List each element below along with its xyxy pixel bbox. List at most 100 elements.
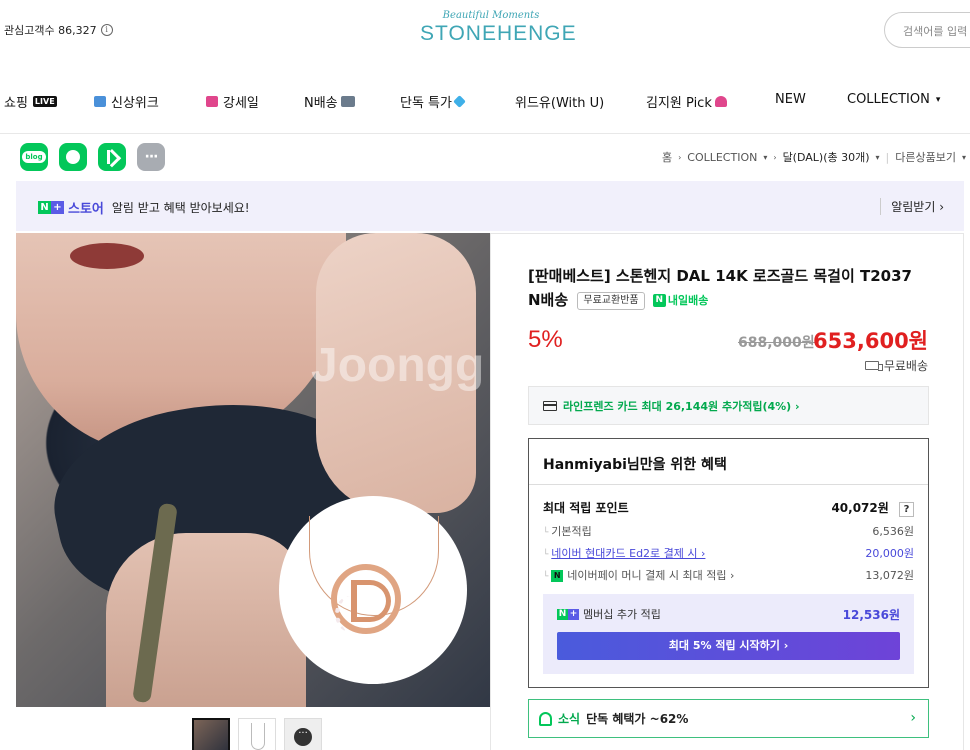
max-points-label: 최대 적립 포인트 — [543, 501, 629, 515]
shipping-info: 무료배송 — [864, 357, 928, 374]
nav-item-exclusive-deal[interactable]: 단독 특가 — [400, 92, 466, 111]
ribbon-icon — [206, 96, 218, 107]
breadcrumb-category[interactable]: COLLECTION — [687, 151, 757, 164]
gems-shape — [335, 596, 365, 632]
k-icon — [106, 150, 119, 164]
thumbnail-strip: ··· — [192, 718, 322, 750]
truck-icon — [864, 361, 883, 371]
breadcrumb-current[interactable]: 달(DAL)(총 30개) — [783, 149, 870, 165]
npay-icon: N — [551, 570, 564, 582]
product-info-panel: [판매베스트] 스톤헨지 DAL 14K 로즈골드 목걸이 T2037 N배송 … — [490, 233, 964, 750]
info-icon[interactable]: i — [100, 24, 113, 36]
cafe-share-button[interactable] — [59, 143, 87, 171]
store-logo[interactable]: Beautiful Moments STONEHENGE — [420, 10, 577, 46]
chevron-down-icon: ▾ — [875, 152, 880, 162]
chevron-right-icon: › — [678, 152, 682, 162]
free-return-tag[interactable]: 무료교환반품 — [577, 291, 645, 310]
news-text: 단독 혜택가 ~62% — [586, 712, 689, 726]
membership-box: N + 멤버십 추가 적립 12,536원 최대 5% 적립 시작하기 › — [543, 594, 914, 674]
personal-benefit-box: Hanmiyabi님만을 위한 혜택 최대 적립 포인트 40,072원 ? 기… — [528, 438, 929, 688]
n-mark: N — [38, 201, 51, 214]
npay-points-wrap: N네이버페이 머니 결제 시 최대 적립 › — [543, 567, 734, 583]
bell-icon — [539, 711, 552, 726]
blog-share-button[interactable]: blog — [20, 143, 48, 171]
membership-label-wrap: N + 멤버십 추가 적립 — [557, 606, 661, 622]
nav-label: NEW — [775, 92, 806, 107]
breadcrumb-home[interactable]: 홈 — [662, 149, 672, 165]
max-points-value-wrap: 40,072원 ? — [831, 499, 914, 517]
category-nav: 쇼핑 LIVE 신상위크 강세일 N배송 단독 특가 위드유(With U) 김… — [0, 62, 970, 134]
n-delivery-icon: N — [652, 294, 666, 307]
nav-item-new-week[interactable]: 신상위크 — [94, 92, 159, 111]
logo-tagline: Beautiful Moments — [442, 10, 540, 21]
heart-icon — [714, 96, 727, 107]
store-alert-banner: N + 스토어 알림 받고 혜택 받아보세요! 알림받기 › — [16, 181, 964, 231]
top-bar: 관심고객수 86,327 i Beautiful Moments STONEHE… — [0, 0, 970, 62]
basic-points-label: 기본적립 — [543, 523, 591, 539]
card-points-value: 20,000원 — [865, 547, 914, 560]
share-buttons: blog ··· — [20, 143, 165, 171]
nav-label: COLLECTION — [847, 92, 930, 107]
delivery-label: 내일배송 — [667, 293, 709, 307]
product-main-image[interactable]: Joongg — [16, 233, 490, 707]
nav-item-n-delivery[interactable]: N배송 — [304, 92, 357, 111]
store-label: 스토어 — [68, 202, 104, 217]
plus-mark: + — [51, 201, 64, 214]
nav-item-collection[interactable]: COLLECTION ▾ — [847, 92, 940, 107]
nav-item-shopping-live[interactable]: 쇼핑 LIVE — [4, 92, 57, 111]
max-points-row: 최대 적립 포인트 40,072원 ? — [543, 499, 914, 517]
card-benefit-text: 라인프렌즈 카드 최대 26,144원 추가적립(4%) › — [563, 399, 800, 413]
chevron-down-icon: ▾ — [961, 152, 966, 162]
start-points-button[interactable]: 최대 5% 적립 시작하기 › — [557, 632, 900, 660]
subscribe-alert-button[interactable]: 알림받기 › — [880, 198, 944, 215]
naver-plus-icon: N + — [38, 201, 64, 214]
nav-label: 김지원 Pick — [646, 96, 712, 111]
truck-icon — [340, 96, 355, 107]
kakao-share-button[interactable] — [98, 143, 126, 171]
banner-text: 알림 받고 혜택 받아보세요! — [111, 201, 250, 215]
npay-points-row: N네이버페이 머니 결제 시 최대 적립 › 13,072원 — [543, 567, 914, 583]
other-products-link[interactable]: 다른상품보기 — [895, 149, 956, 165]
diamond-icon — [453, 95, 466, 108]
nav-label: 신상위크 — [111, 96, 159, 111]
card-points-wrap: 네이버 현대카드 Ed2로 결제 시 › — [543, 545, 705, 561]
help-icon[interactable]: ? — [899, 502, 914, 517]
chevron-right-icon: › — [910, 710, 916, 726]
benefit-title: Hanmiyabi님만을 위한 혜택 — [529, 439, 928, 485]
nav-item-jiwon-pick[interactable]: 김지원 Pick — [646, 92, 729, 111]
max-points-value: 40,072원 — [831, 501, 889, 515]
search-input[interactable]: 검색어를 입력 — [884, 12, 970, 48]
card-benefit-link[interactable]: 라인프렌즈 카드 최대 26,144원 추가적립(4%) › — [528, 386, 929, 425]
logo-name: STONEHENGE — [420, 22, 577, 45]
more-icon: ··· — [294, 728, 312, 746]
nav-item-with-u[interactable]: 위드유(With U) — [515, 92, 604, 111]
cafe-icon — [66, 150, 80, 164]
news-benefit-link[interactable]: 소식 단독 혜택가 ~62% › — [528, 699, 929, 738]
necklace-closeup — [279, 496, 467, 684]
basic-points-value: 6,536원 — [872, 525, 914, 538]
watermark: Joongg — [311, 339, 485, 392]
plus-mark: + — [568, 608, 579, 620]
nav-item-strong-sale[interactable]: 강세일 — [206, 92, 259, 111]
npay-points-link[interactable]: 네이버페이 머니 결제 시 최대 적립 › — [567, 569, 734, 582]
chevron-right-icon: › — [773, 152, 777, 162]
thumbnail-2[interactable] — [238, 718, 276, 750]
thumbnail-more[interactable]: ··· — [284, 718, 322, 750]
blog-icon: blog — [22, 151, 46, 163]
nav-item-new[interactable]: NEW — [775, 92, 806, 107]
tomorrow-delivery-tag: N 내일배송 — [652, 289, 709, 313]
nav-label: 강세일 — [223, 96, 259, 111]
sale-price: 653,600원 — [813, 329, 928, 353]
credit-card-icon — [543, 400, 557, 411]
banner-message: N + 스토어 알림 받고 혜택 받아보세요! — [38, 198, 250, 217]
breadcrumb: 홈 › COLLECTION ▾ › 달(DAL)(총 30개) ▾ | 다른상… — [662, 149, 966, 165]
original-price: 688,000원 — [738, 335, 815, 351]
membership-label: 멤버십 추가 적립 — [583, 608, 661, 621]
nav-label: 쇼핑 — [4, 96, 28, 111]
more-share-button[interactable]: ··· — [137, 143, 165, 171]
nav-label: 위드유(With U) — [515, 96, 605, 111]
n-mark: N — [557, 608, 568, 620]
product-title: [판매베스트] 스톤헨지 DAL 14K 로즈골드 목걸이 T2037 N배송 … — [528, 264, 928, 313]
thumbnail-1[interactable] — [192, 718, 230, 750]
card-points-link[interactable]: 네이버 현대카드 Ed2로 결제 시 › — [551, 547, 705, 560]
